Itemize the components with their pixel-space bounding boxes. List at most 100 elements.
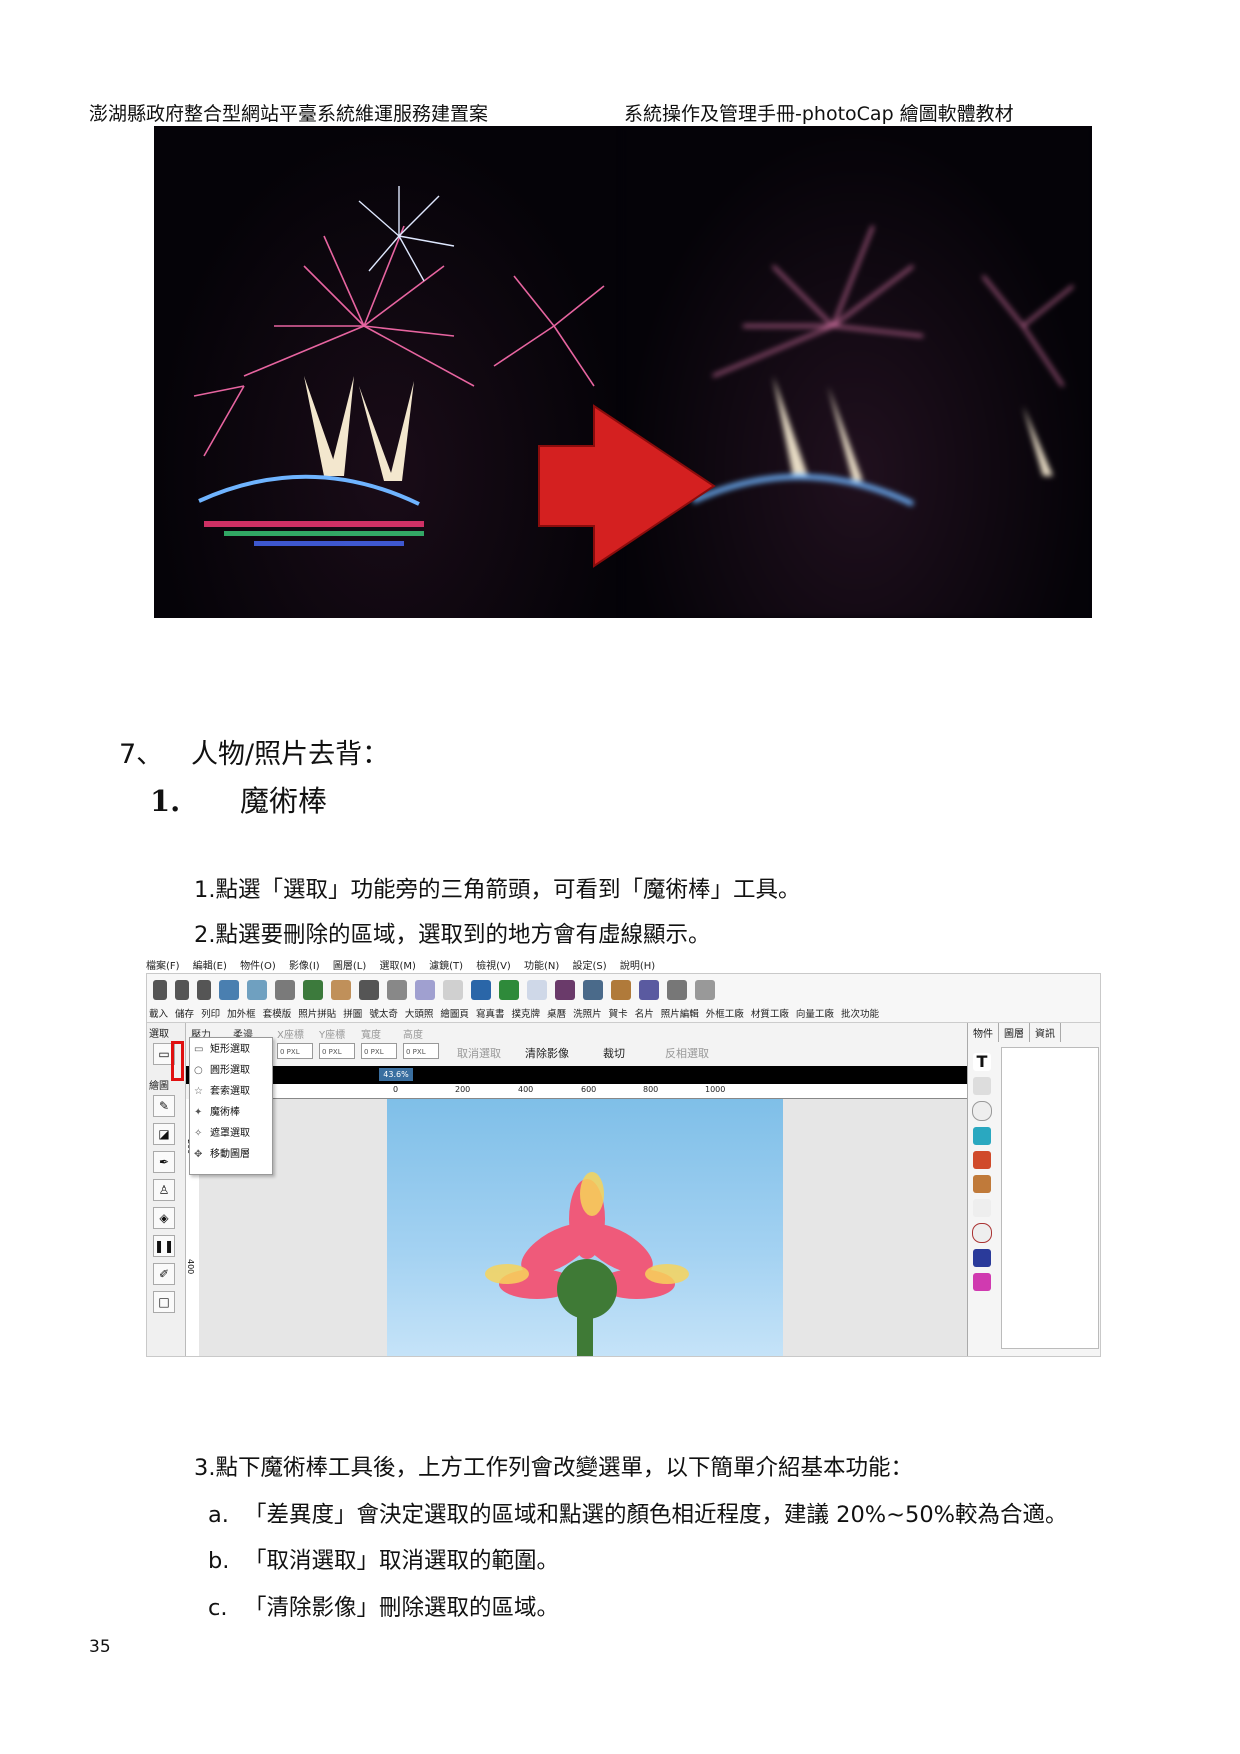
- calendar-icon[interactable]: [471, 980, 491, 1000]
- idphoto-icon[interactable]: [359, 980, 379, 1000]
- dropdown-item-rect[interactable]: ▭ 矩形選取: [194, 1040, 250, 1060]
- shape-icon[interactable]: □: [153, 1291, 175, 1313]
- dropdown-item-magic-wand[interactable]: ✦ 魔術棒: [194, 1103, 240, 1123]
- text-tool-icon[interactable]: T: [973, 1053, 991, 1071]
- cake-icon[interactable]: [973, 1273, 991, 1291]
- tab-layer[interactable]: 圖層: [999, 1023, 1030, 1042]
- menu-edit[interactable]: 編輯(E): [193, 961, 227, 972]
- height-field[interactable]: 0 PXL: [403, 1043, 439, 1059]
- dropdown-item-move-layer[interactable]: ✥ 移動圖層: [194, 1145, 250, 1165]
- crop-button[interactable]: 裁切: [603, 1045, 625, 1061]
- print-icon[interactable]: [197, 980, 211, 1000]
- menu-select[interactable]: 選取(M): [379, 961, 415, 972]
- magnifier-icon[interactable]: [973, 1199, 991, 1217]
- toolbar-label[interactable]: 照片編輯: [661, 1009, 699, 1020]
- tab-object[interactable]: 物件: [968, 1023, 999, 1042]
- batch-icon[interactable]: [695, 980, 715, 1000]
- picker-icon[interactable]: ✐: [153, 1263, 175, 1285]
- toolbar-label[interactable]: 號太奇: [369, 1009, 398, 1020]
- sticker-icon[interactable]: [973, 1175, 991, 1193]
- width-field[interactable]: 0 PXL: [361, 1043, 397, 1059]
- brush-icon[interactable]: ✎: [153, 1095, 175, 1117]
- list-text: 「差異度」會決定選取的區域和點選的顏色相近程度，建議 20%~50%較為合適。: [244, 1502, 1068, 1528]
- toolbar-label[interactable]: 桌曆: [547, 1009, 566, 1020]
- save-icon[interactable]: [175, 980, 189, 1000]
- toolbar-label[interactable]: 大頭照: [405, 1009, 434, 1020]
- dropdown-item-ellipse[interactable]: ○ 圓形選取: [194, 1061, 250, 1081]
- toolbar-label[interactable]: 向量工廠: [796, 1009, 834, 1020]
- pause-icon[interactable]: ❚❚: [153, 1235, 175, 1257]
- collage-icon[interactable]: [275, 980, 295, 1000]
- circle-icon: ○: [194, 1065, 203, 1076]
- photoedit-icon[interactable]: [583, 980, 603, 1000]
- menu-filter[interactable]: 濾鏡(T): [429, 961, 463, 972]
- tab-info[interactable]: 資訊: [1030, 1023, 1061, 1042]
- dropdown-item-lasso[interactable]: ☆ 套索選取: [194, 1082, 250, 1102]
- menu-image[interactable]: 影像(I): [289, 961, 320, 972]
- vertical-text-icon[interactable]: [973, 1077, 991, 1095]
- puzzle-icon[interactable]: [303, 980, 323, 1000]
- open-icon[interactable]: [153, 980, 167, 1000]
- drawpage-icon[interactable]: [387, 980, 407, 1000]
- menu-layer[interactable]: 圖層(L): [333, 961, 366, 972]
- menu-settings[interactable]: 設定(S): [573, 961, 607, 972]
- dropdown-item-mask[interactable]: ✧ 遮罩選取: [194, 1124, 250, 1144]
- template-icon[interactable]: [247, 980, 267, 1000]
- lasso-icon: ☆: [194, 1086, 203, 1097]
- zoom-value: 43.6%: [379, 1068, 413, 1081]
- pen-icon[interactable]: ✒: [153, 1151, 175, 1173]
- framefactory-icon[interactable]: [611, 980, 631, 1000]
- selection-dropdown: ▭ 矩形選取 ○ 圓形選取 ☆ 套索選取 ✦ 魔術棒 ✧ 遮罩選取 ✥ 移動圖層: [189, 1037, 273, 1175]
- app-menubar: 檔案(F) 編輯(E) 物件(O) 影像(I) 圖層(L) 選取(M) 濾鏡(T…: [146, 957, 655, 972]
- y-field[interactable]: 0 PXL: [319, 1043, 355, 1059]
- ruler-tick: 0: [393, 1085, 399, 1094]
- toolbar-label[interactable]: 名片: [635, 1009, 654, 1020]
- toolbar-label[interactable]: 套模版: [263, 1009, 292, 1020]
- frame-icon[interactable]: [219, 980, 239, 1000]
- menu-help[interactable]: 說明(H): [620, 961, 655, 972]
- toolbar-label[interactable]: 批次功能: [841, 1009, 879, 1020]
- namecard-icon[interactable]: [555, 980, 575, 1000]
- printphoto-icon[interactable]: [499, 980, 519, 1000]
- deselect-button[interactable]: 取消選取: [457, 1045, 501, 1061]
- abc-icon[interactable]: [972, 1101, 992, 1121]
- menu-file[interactable]: 檔案(F): [146, 961, 180, 972]
- toolbar-label[interactable]: 儲存: [175, 1009, 194, 1020]
- toolbar-label[interactable]: 賀卡: [609, 1009, 628, 1020]
- clear-image-button[interactable]: 清除影像: [525, 1045, 569, 1061]
- dropdown-arrow-highlight[interactable]: [171, 1041, 184, 1081]
- poker-icon[interactable]: [443, 980, 463, 1000]
- ruler-tick: 1000: [705, 1085, 726, 1094]
- vector-icon[interactable]: [667, 980, 687, 1000]
- menu-object[interactable]: 物件(O): [240, 961, 276, 972]
- flower-photo[interactable]: [387, 1099, 783, 1356]
- toolbar-label[interactable]: 拼圖: [343, 1009, 362, 1020]
- ruler-tick: 200: [455, 1085, 471, 1094]
- x-field[interactable]: 0 PXL: [277, 1043, 313, 1059]
- menu-view[interactable]: 檢視(V): [476, 961, 511, 972]
- stamp-icon[interactable]: ♙: [153, 1179, 175, 1201]
- clock-icon[interactable]: [972, 1223, 992, 1243]
- toolbar-label[interactable]: 載入: [149, 1009, 168, 1020]
- toolbar-label[interactable]: 外框工廠: [706, 1009, 744, 1020]
- menu-function[interactable]: 功能(N): [524, 961, 559, 972]
- toolbar-label[interactable]: 撲克牌: [512, 1009, 541, 1020]
- toolbar-label[interactable]: 繪圖頁: [440, 1009, 469, 1020]
- toolbar-label[interactable]: 照片拼貼: [298, 1009, 336, 1020]
- toolbar-label[interactable]: 洗照片: [573, 1009, 602, 1020]
- toolbar-label[interactable]: 寫真書: [476, 1009, 505, 1020]
- toolbar-label[interactable]: 材質工廠: [751, 1009, 789, 1020]
- montage-icon[interactable]: [331, 980, 351, 1000]
- photo-object-icon[interactable]: [973, 1151, 991, 1169]
- invert-selection-button[interactable]: 反相選取: [665, 1045, 709, 1061]
- toolbar-icons: [153, 980, 715, 1000]
- toolbar-label[interactable]: 列印: [201, 1009, 220, 1020]
- exif-icon[interactable]: [973, 1249, 991, 1267]
- texture-icon[interactable]: [639, 980, 659, 1000]
- card-icon[interactable]: [527, 980, 547, 1000]
- image-object-icon[interactable]: [973, 1127, 991, 1145]
- toolbar-label[interactable]: 加外框: [227, 1009, 256, 1020]
- photobook-icon[interactable]: [415, 980, 435, 1000]
- eraser-icon[interactable]: ◪: [153, 1123, 175, 1145]
- fill-icon[interactable]: ◈: [153, 1207, 175, 1229]
